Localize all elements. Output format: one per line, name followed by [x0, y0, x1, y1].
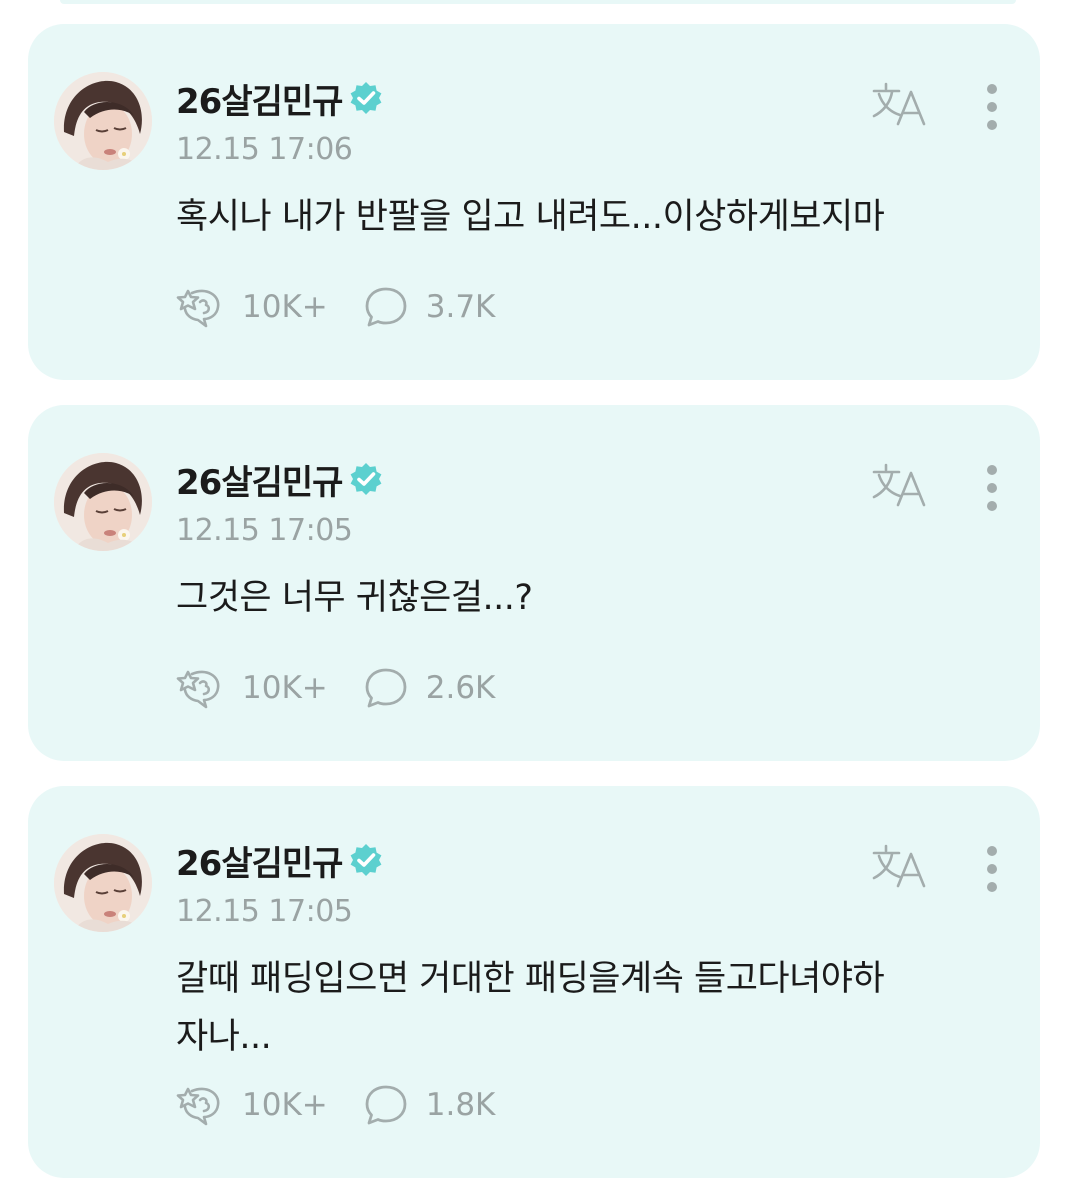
reaction-count: 10K+	[242, 1087, 328, 1123]
comment-count: 3.7K	[425, 289, 496, 325]
post-actions: 10K+ 1.8K	[176, 1080, 495, 1130]
post-text-line: 갈때 패딩입으면 거대한 패딩을계속 들고다녀야하	[176, 959, 885, 999]
post-text: 혹시나 내가 반팔을 입고 내려도...이상하게보지마	[176, 188, 996, 246]
author-name[interactable]: 26살김민규	[176, 74, 343, 123]
author-row: 26살김민규	[176, 455, 384, 504]
verified-badge-icon	[351, 463, 382, 495]
post-card[interactable]: 26살김민규 12.15 17:06 혹시나 내가 반팔을 입고 내려도...이…	[28, 24, 1040, 380]
comment-bubble-icon	[365, 287, 407, 327]
comment-count: 2.6K	[425, 670, 496, 706]
author-row: 26살김민규	[176, 836, 384, 885]
post-text-line: 그것은 너무 귀찮은걸...?	[176, 578, 533, 618]
translate-icon[interactable]	[870, 842, 930, 890]
reaction-sticker-icon	[176, 670, 220, 709]
reaction-sticker-icon	[176, 289, 220, 328]
avatar[interactable]	[54, 72, 152, 170]
post-text: 갈때 패딩입으면 거대한 패딩을계속 들고다녀야하 자나...	[176, 950, 996, 1066]
verified-badge-icon	[351, 844, 382, 876]
more-vertical-icon[interactable]	[976, 82, 1008, 132]
translate-icon[interactable]	[870, 461, 930, 509]
comment-count: 1.8K	[425, 1087, 496, 1123]
reaction-count: 10K+	[242, 289, 328, 325]
more-vertical-icon[interactable]	[976, 844, 1008, 894]
reaction-count: 10K+	[242, 670, 328, 706]
reaction-sticker-icon	[176, 1087, 220, 1126]
author-row: 26살김민규	[176, 74, 384, 123]
post-text-line: 혹시나 내가 반팔을 입고 내려도...이상하게보지마	[176, 197, 885, 237]
post-actions: 10K+ 2.6K	[176, 663, 495, 713]
reaction-button[interactable]: 10K+	[176, 1083, 328, 1127]
comment-bubble-icon	[365, 668, 407, 708]
comment-button[interactable]: 2.6K	[364, 666, 496, 710]
avatar[interactable]	[54, 834, 152, 932]
post-timestamp: 12.15 17:05	[176, 894, 353, 929]
post-feed: 26살김민규 12.15 17:06 혹시나 내가 반팔을 입고 내려도...이…	[0, 0, 1068, 1200]
reaction-button[interactable]: 10K+	[176, 666, 328, 710]
more-vertical-icon[interactable]	[976, 463, 1008, 513]
post-actions: 10K+ 3.7K	[176, 282, 495, 332]
avatar[interactable]	[54, 453, 152, 551]
avatar-portrait-icon	[54, 834, 152, 932]
author-name[interactable]: 26살김민규	[176, 455, 343, 504]
reaction-button[interactable]: 10K+	[176, 285, 328, 329]
post-text: 그것은 너무 귀찮은걸...?	[176, 569, 996, 627]
verified-badge-icon	[351, 82, 382, 114]
comment-bubble-icon	[365, 1085, 407, 1125]
comment-button[interactable]: 1.8K	[364, 1083, 496, 1127]
post-text-line: 자나...	[176, 1017, 272, 1057]
author-name[interactable]: 26살김민규	[176, 836, 343, 885]
avatar-portrait-icon	[54, 72, 152, 170]
post-card[interactable]: 26살김민규 12.15 17:05 갈때 패딩입으면 거대한 패딩을계속 들고…	[28, 786, 1040, 1178]
post-timestamp: 12.15 17:05	[176, 513, 353, 548]
translate-icon[interactable]	[870, 80, 930, 128]
post-card[interactable]: 26살김민규 12.15 17:05 그것은 너무 귀찮은걸...? 10K+ …	[28, 405, 1040, 761]
comment-button[interactable]: 3.7K	[364, 285, 496, 329]
post-timestamp: 12.15 17:06	[176, 132, 353, 167]
avatar-portrait-icon	[54, 453, 152, 551]
